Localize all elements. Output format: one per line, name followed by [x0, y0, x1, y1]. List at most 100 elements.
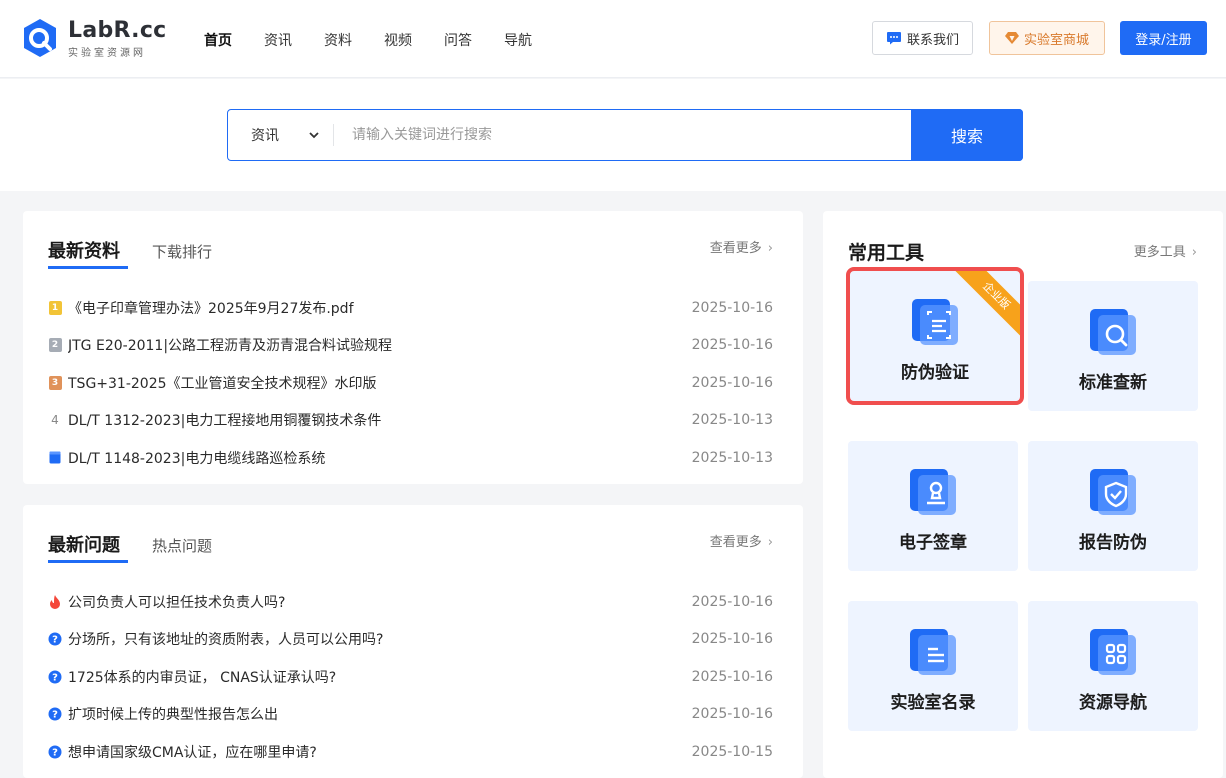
enterprise-badge: 企业版 [952, 271, 1020, 340]
scan-verify-icon [912, 299, 958, 345]
tool-label: 实验室名录 [890, 693, 976, 713]
tool-e-signature[interactable]: 电子签章 [848, 441, 1018, 571]
doc-date: 2025-10-16 [691, 374, 773, 391]
question-date: 2025-10-16 [691, 631, 773, 648]
rank-badge-icon: 2 [48, 338, 62, 353]
nav-item-materials[interactable]: 资料 [324, 30, 352, 50]
list-item[interactable]: 1 《电子印章管理办法》2025年9月27发布.pdf 2025-10-16 [48, 289, 773, 327]
chevron-right-icon: › [767, 535, 773, 550]
diamond-icon [1004, 32, 1019, 44]
latest-questions-card: 最新问题 热点问题 查看更多 › 公司负责人可以担任技术负责人吗? 2025-10… [23, 505, 803, 778]
nav-item-videos[interactable]: 视频 [384, 30, 412, 50]
tool-label: 资源导航 [1079, 693, 1147, 713]
list-item[interactable]: 4 DL/T 1312-2023|电力工程接地用铜覆钢技术条件 2025-10-… [48, 402, 773, 440]
tool-label: 电子签章 [899, 533, 967, 553]
nav-item-home[interactable]: 首页 [204, 30, 232, 50]
doc-title[interactable]: DL/T 1148-2023|电力电缆线路巡检系统 [68, 448, 325, 468]
tab-latest-questions[interactable]: 最新问题 [48, 531, 120, 557]
active-tab-underline [48, 560, 128, 563]
magnifier-icon [1090, 309, 1136, 355]
shield-check-icon [1090, 469, 1136, 515]
logo-tagline: 实验室资源网 [68, 48, 146, 59]
tool-lab-directory[interactable]: 实验室名录 [848, 601, 1018, 731]
list-item[interactable]: ? 扩项时候上传的典型性报告怎么出 2025-10-16 [48, 696, 773, 734]
doc-title[interactable]: TSG+31-2025《工业管道安全技术规程》水印版 [68, 373, 377, 393]
tab-hot-questions[interactable]: 热点问题 [152, 535, 212, 556]
questions-view-more-link[interactable]: 查看更多 › [710, 531, 773, 550]
doc-date: 2025-10-13 [691, 412, 773, 429]
list-book-icon [910, 629, 956, 675]
chevron-right-icon: › [1191, 245, 1197, 260]
search-category-value: 资讯 [251, 128, 279, 144]
question-icon: ? [48, 745, 62, 759]
grid-apps-icon [1090, 629, 1136, 675]
tab-latest-docs[interactable]: 最新资料 [48, 237, 120, 263]
docs-list: 1 《电子印章管理办法》2025年9月27发布.pdf 2025-10-16 2… [48, 289, 773, 477]
doc-date: 2025-10-16 [691, 299, 773, 316]
question-title[interactable]: 分场所，只有该地址的资质附表，人员可以公用吗? [68, 629, 383, 649]
chevron-right-icon: › [767, 241, 773, 256]
question-icon: ? [48, 707, 62, 721]
tool-anti-counterfeit-verify[interactable]: 防伪验证 企业版 [846, 267, 1024, 405]
nav-item-news[interactable]: 资讯 [264, 30, 292, 50]
question-date: 2025-10-16 [691, 706, 773, 723]
list-item[interactable]: ? 想申请国家级CMA认证，应在哪里申请? 2025-10-15 [48, 733, 773, 771]
tools-title: 常用工具 [848, 242, 925, 264]
login-register-button[interactable]: 登录/注册 [1120, 21, 1207, 55]
question-date: 2025-10-16 [691, 593, 773, 610]
question-title[interactable]: 1725体系的内审员证， CNAS认证承认吗? [68, 667, 336, 687]
svg-text:?: ? [52, 747, 58, 758]
question-icon: ? [48, 632, 62, 646]
rank-badge-icon: 1 [48, 300, 62, 315]
search-input[interactable] [340, 110, 900, 160]
list-item[interactable]: DL/T 1148-2023|电力电缆线路巡检系统 2025-10-13 [48, 439, 773, 477]
lab-mall-label: 实验室商城 [1023, 32, 1089, 48]
doc-title[interactable]: DL/T 1312-2023|电力工程接地用铜覆钢技术条件 [68, 410, 381, 430]
tool-report-anti-counterfeit[interactable]: 报告防伪 [1028, 441, 1198, 571]
rank-number-icon: 4 [51, 413, 59, 428]
fire-icon [48, 594, 62, 609]
svg-text:?: ? [52, 635, 58, 646]
tool-resource-navigation[interactable]: 资源导航 [1028, 601, 1198, 731]
doc-date: 2025-10-16 [691, 337, 773, 354]
question-title[interactable]: 扩项时候上传的典型性报告怎么出 [68, 704, 278, 724]
docs-view-more-link[interactable]: 查看更多 › [710, 237, 773, 256]
list-item[interactable]: 3 TSG+31-2025《工业管道安全技术规程》水印版 2025-10-16 [48, 364, 773, 402]
question-date: 2025-10-15 [691, 743, 773, 760]
search-category-select[interactable]: 资讯 [228, 110, 332, 160]
chevron-down-icon [309, 132, 319, 139]
common-tools-card: 常用工具 更多工具 › 防伪验证 企业版 标准查新 电子签章 报告防伪 实验室名… [823, 211, 1223, 778]
latest-docs-card: 最新资料 下载排行 查看更多 › 1 《电子印章管理办法》2025年9月27发布.… [23, 211, 803, 484]
svg-text:?: ? [52, 672, 58, 683]
document-icon [48, 451, 62, 465]
more-tools-link[interactable]: 更多工具 › [1134, 241, 1197, 260]
questions-list: 公司负责人可以担任技术负责人吗? 2025-10-16 ? 分场所，只有该地址的… [48, 583, 773, 771]
question-icon: ? [48, 670, 62, 684]
list-item[interactable]: ? 分场所，只有该地址的资质附表，人员可以公用吗? 2025-10-16 [48, 621, 773, 659]
rank-badge-icon: 3 [48, 375, 62, 390]
tool-standard-lookup[interactable]: 标准查新 [1028, 281, 1198, 411]
question-title[interactable]: 公司负责人可以担任技术负责人吗? [68, 592, 285, 612]
list-item[interactable]: ? 1725体系的内审员证， CNAS认证承认吗? 2025-10-16 [48, 658, 773, 696]
search-divider [333, 124, 334, 146]
contact-us-label: 联系我们 [906, 32, 959, 48]
search-button[interactable]: 搜索 [911, 109, 1023, 161]
logo-hexagon-icon [24, 19, 56, 57]
doc-date: 2025-10-13 [691, 449, 773, 466]
chat-bubble-icon [886, 32, 901, 45]
search-section: 资讯 搜索 [0, 79, 1226, 191]
question-title[interactable]: 想申请国家级CMA认证，应在哪里申请? [68, 742, 317, 762]
site-logo[interactable]: LabR.cc 实验室资源网 [22, 17, 166, 61]
contact-us-button[interactable]: 联系我们 [872, 21, 973, 55]
tab-download-ranking[interactable]: 下载排行 [152, 241, 212, 262]
doc-title[interactable]: 《电子印章管理办法》2025年9月27发布.pdf [68, 298, 354, 318]
list-item[interactable]: 2 JTG E20-2011|公路工程沥青及沥青混合料试验规程 2025-10-… [48, 327, 773, 365]
lab-mall-button[interactable]: 实验室商城 [989, 21, 1105, 55]
list-item[interactable]: 公司负责人可以担任技术负责人吗? 2025-10-16 [48, 583, 773, 621]
stamp-icon [910, 469, 956, 515]
nav-item-navigation[interactable]: 导航 [504, 30, 532, 50]
doc-title[interactable]: JTG E20-2011|公路工程沥青及沥青混合料试验规程 [68, 335, 392, 355]
nav-item-qa[interactable]: 问答 [444, 30, 472, 50]
logo-name: LabR.cc [68, 18, 167, 43]
active-tab-underline [48, 266, 128, 269]
